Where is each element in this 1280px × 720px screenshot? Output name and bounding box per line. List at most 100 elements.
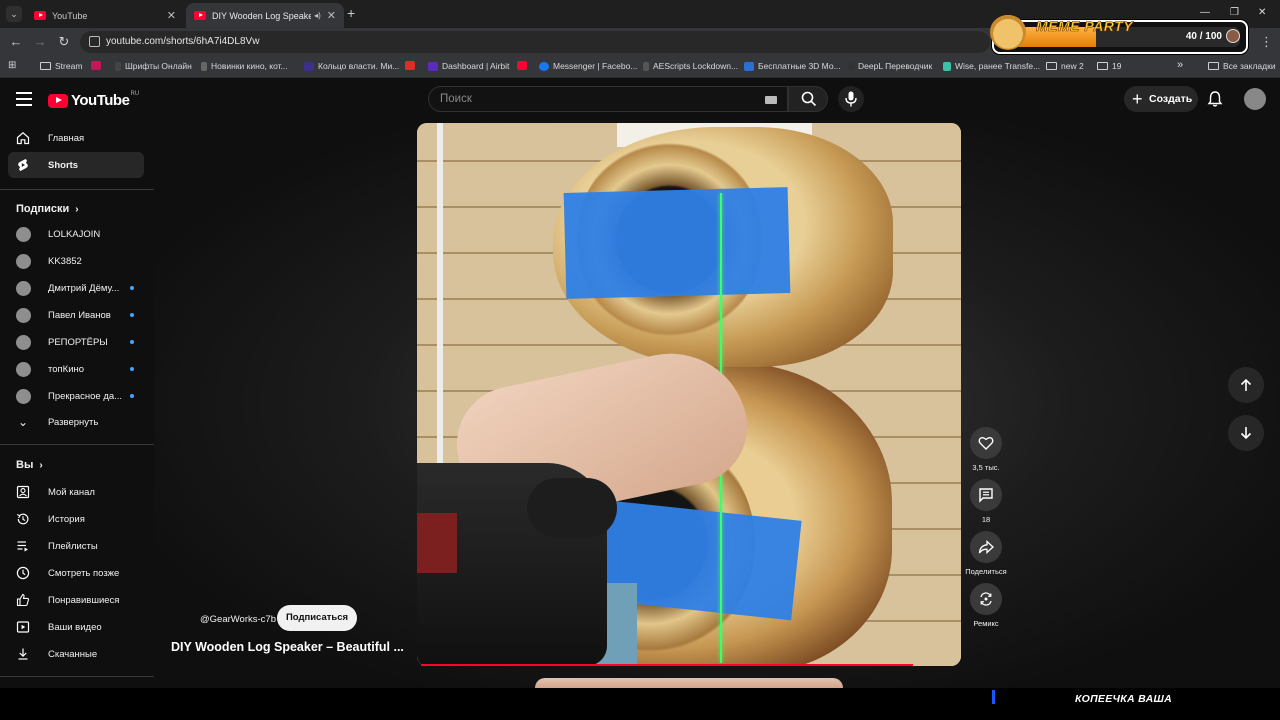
- voice-search-button[interactable]: [838, 86, 864, 112]
- bookmark-gmail-icon[interactable]: [405, 61, 419, 70]
- you-header[interactable]: Вы ›: [16, 459, 43, 471]
- notifications-button[interactable]: [1206, 90, 1224, 108]
- restore-window-icon[interactable]: ❐: [1230, 7, 1239, 18]
- all-bookmarks[interactable]: Все закладки: [1208, 61, 1276, 71]
- bookmark-koltso[interactable]: Кольцо власти. Ми...: [304, 61, 399, 71]
- sidebar-item-downloads[interactable]: Скачанные: [8, 641, 144, 667]
- close-tab-icon[interactable]: ✕: [327, 9, 336, 22]
- youtube-logo[interactable]: YouTube RU: [48, 90, 140, 109]
- history-icon: [16, 513, 29, 525]
- folder-icon: [1208, 62, 1219, 70]
- browser-menu-icon[interactable]: ⋮: [1260, 34, 1273, 50]
- bookmark-favicon-icon: [91, 61, 101, 70]
- subscription-item[interactable]: KK3852: [8, 248, 144, 274]
- search-button[interactable]: [788, 86, 828, 112]
- sidebar-item-playlists[interactable]: Плейлисты: [8, 533, 144, 559]
- bookmark-new2[interactable]: new 2: [1046, 61, 1084, 71]
- next-short-preview[interactable]: [535, 678, 843, 688]
- bookmark-red-icon[interactable]: [91, 61, 105, 70]
- remix-button[interactable]: [970, 583, 1002, 615]
- bookmark-3d[interactable]: Бесплатные 3D Мо...: [744, 61, 841, 71]
- meme-party-widget: MEME PARTY 40 / 100: [990, 14, 1248, 54]
- sidebar-item-liked[interactable]: Понравившиеся: [8, 587, 144, 613]
- shorts-video[interactable]: [417, 123, 961, 666]
- wise-icon: [943, 61, 951, 71]
- channel-avatar: [16, 361, 31, 377]
- back-icon[interactable]: ←: [8, 34, 24, 50]
- keyboard-icon[interactable]: [765, 96, 777, 104]
- subscription-item[interactable]: Дмитрий Дёму...: [8, 275, 144, 301]
- subscription-item[interactable]: Прекрасное да...: [8, 383, 144, 409]
- folder-icon: [40, 62, 51, 70]
- bookmark-messenger[interactable]: Messenger | Facebo...: [539, 61, 637, 71]
- address-bar[interactable]: youtube.com/shorts/6hA7i4DL8Vw: [80, 31, 990, 53]
- next-short-button[interactable]: [1228, 415, 1264, 451]
- subscription-item[interactable]: Павел Иванов: [8, 302, 144, 328]
- sidebar-item-your-videos[interactable]: Ваши видео: [8, 614, 144, 640]
- expand-subscriptions-button[interactable]: ⌄ Развернуть: [8, 409, 144, 435]
- forward-icon[interactable]: →: [32, 34, 48, 50]
- sidebar-item-my-channel[interactable]: Мой канал: [8, 479, 144, 505]
- sidebar-item-shorts[interactable]: Shorts: [8, 152, 144, 178]
- subscription-item[interactable]: LOLKAJOIN: [8, 221, 144, 247]
- more-bookmarks-button[interactable]: »: [1177, 59, 1183, 71]
- overlay-accent-line: [992, 690, 995, 704]
- sidebar-item-home[interactable]: Главная: [8, 125, 144, 151]
- short-title[interactable]: DIY Wooden Log Speaker – Beautiful ...: [171, 640, 407, 654]
- reload-icon[interactable]: ↻: [56, 34, 72, 50]
- bookmark-wise[interactable]: Wise, ранее Transfe...: [943, 61, 1040, 71]
- create-button[interactable]: + Создать: [1124, 86, 1198, 112]
- comments-button[interactable]: [970, 479, 1002, 511]
- remix-icon: [980, 592, 992, 606]
- share-action[interactable]: Поделиться: [965, 531, 1007, 576]
- search-icon: [801, 91, 817, 107]
- deepl-icon: [848, 61, 854, 71]
- tab-search-dropdown[interactable]: ⌄: [6, 6, 22, 22]
- bookmark-deepl[interactable]: DeepL Переводчик: [848, 61, 932, 71]
- close-window-icon[interactable]: ✕: [1258, 7, 1266, 18]
- create-label: Создать: [1149, 93, 1193, 105]
- site-info-icon[interactable]: [89, 36, 100, 47]
- subscriptions-header[interactable]: Подписки ›: [16, 203, 79, 215]
- apps-grid-icon[interactable]: ⊞: [8, 60, 16, 71]
- bookmark-novinki[interactable]: Новинки кино, кот...: [201, 61, 288, 71]
- video-progress-bar[interactable]: [421, 664, 913, 666]
- like-action[interactable]: 3,5 тыс.: [969, 427, 1003, 472]
- close-tab-icon[interactable]: ✕: [167, 9, 176, 22]
- bookmark-youtube-icon[interactable]: [517, 61, 531, 70]
- bookmark-19[interactable]: 19: [1097, 61, 1121, 71]
- bookmark-stream[interactable]: Stream: [40, 61, 82, 71]
- subscription-item[interactable]: топКино: [8, 356, 144, 382]
- minimize-window-icon[interactable]: —: [1200, 7, 1210, 18]
- share-icon: [978, 540, 994, 554]
- browser-tab-short[interactable]: DIY Wooden Log Speaker – ◂) ✕: [186, 3, 344, 28]
- hamburger-menu-icon[interactable]: [16, 92, 32, 106]
- account-avatar[interactable]: [1244, 88, 1266, 110]
- search-input[interactable]: Поиск: [428, 86, 788, 112]
- address-url[interactable]: youtube.com/shorts/6hA7i4DL8Vw: [106, 36, 259, 47]
- remix-action[interactable]: Ремикс: [969, 583, 1003, 628]
- comments-action[interactable]: 18: [969, 479, 1003, 524]
- shorts-icon: [18, 159, 28, 171]
- comment-icon: [979, 488, 993, 503]
- my-channel-icon: [16, 485, 30, 499]
- overlay-text: КОПЕЕЧКА ВАША: [1075, 693, 1172, 705]
- bookmark-aescripts[interactable]: AEScripts Lockdown...: [643, 61, 738, 71]
- share-button[interactable]: [970, 531, 1002, 563]
- video-frame-blue-tape-upper: [563, 187, 791, 299]
- subscription-item[interactable]: РЕПОРТЁРЫ: [8, 329, 144, 355]
- country-code: RU: [130, 90, 140, 97]
- like-button[interactable]: [970, 427, 1002, 459]
- bookmark-airbit[interactable]: Dashboard | Airbit: [428, 61, 509, 71]
- youtube-favicon-icon: [34, 11, 46, 20]
- audio-playing-icon[interactable]: ◂): [314, 11, 321, 20]
- sidebar-item-watch-later[interactable]: Смотреть позже: [8, 560, 144, 586]
- bookmark-fonts[interactable]: Шрифты Онлайн: [115, 61, 192, 71]
- sidebar-item-history[interactable]: История: [8, 506, 144, 532]
- previous-short-button[interactable]: [1228, 367, 1264, 403]
- browser-tab-youtube[interactable]: YouTube ✕: [26, 3, 184, 28]
- new-tab-button[interactable]: +: [347, 5, 361, 21]
- channel-avatar: [16, 388, 31, 404]
- subscribe-button[interactable]: Подписаться: [277, 605, 357, 631]
- channel-handle[interactable]: @GearWorks-c7b: [200, 614, 276, 625]
